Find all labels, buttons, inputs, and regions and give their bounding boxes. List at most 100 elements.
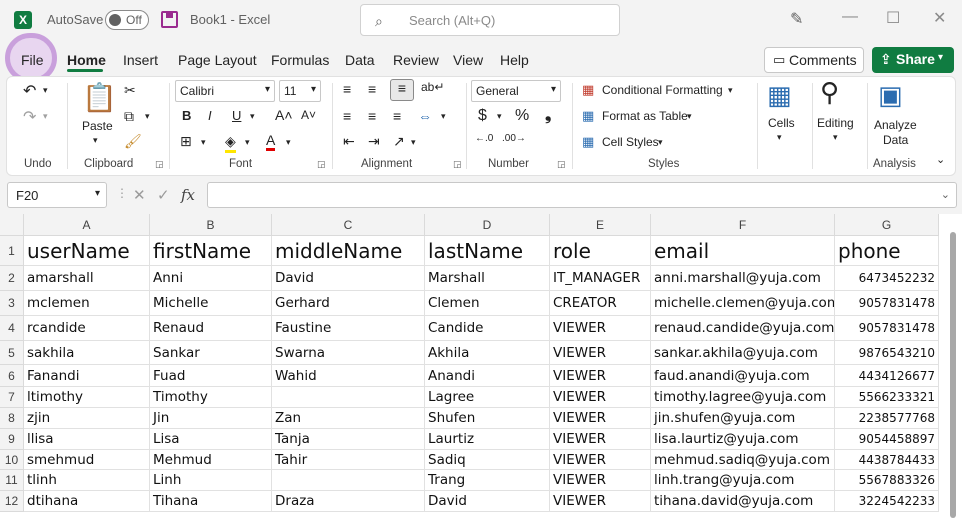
table-cell[interactable]: Sankar: [150, 341, 272, 365]
paste-icon[interactable]: 📋: [82, 81, 117, 114]
comma-style-icon[interactable]: ❟: [545, 107, 551, 125]
row-header[interactable]: 2: [0, 266, 24, 291]
table-cell[interactable]: IT_MANAGER: [550, 266, 651, 291]
name-box[interactable]: F20 ▾: [7, 182, 107, 208]
table-cell[interactable]: amarshall: [24, 266, 150, 291]
chevron-down-icon[interactable]: ▾: [43, 85, 48, 96]
header-cell[interactable]: email: [651, 236, 835, 266]
align-center-icon[interactable]: ≡: [368, 108, 376, 124]
analyze-data-icon[interactable]: ▣: [878, 80, 903, 111]
header-cell[interactable]: phone: [835, 236, 939, 266]
search-icon[interactable]: ⚲: [820, 77, 839, 108]
table-cell[interactable]: Swarna: [272, 341, 425, 365]
column-header[interactable]: A: [24, 214, 150, 236]
table-cell[interactable]: Tanja: [272, 429, 425, 450]
table-cell[interactable]: Shufen: [425, 408, 550, 429]
column-header[interactable]: C: [272, 214, 425, 236]
table-cell[interactable]: anni.marshall@yuja.com: [651, 266, 835, 291]
bold-icon[interactable]: B: [182, 108, 191, 123]
cells-button[interactable]: Cells: [768, 116, 795, 130]
header-cell[interactable]: role: [550, 236, 651, 266]
dialog-launcher-icon[interactable]: ◲: [557, 159, 566, 170]
table-cell[interactable]: 9057831478: [835, 291, 939, 316]
header-cell[interactable]: firstName: [150, 236, 272, 266]
table-cell[interactable]: 4438784433: [835, 450, 939, 470]
header-cell[interactable]: lastName: [425, 236, 550, 266]
table-cell[interactable]: Jin: [150, 408, 272, 429]
maximize-icon[interactable]: ☐: [886, 8, 900, 28]
table-cell[interactable]: David: [272, 266, 425, 291]
table-cell[interactable]: 3224542233: [835, 491, 939, 512]
more-options-icon[interactable]: ⋮: [116, 186, 128, 200]
table-cell[interactable]: 9054458897: [835, 429, 939, 450]
bottom-align-icon[interactable]: ≡: [390, 79, 414, 101]
chevron-down-icon[interactable]: ▾: [245, 137, 250, 148]
table-cell[interactable]: Draza: [272, 491, 425, 512]
table-cell[interactable]: Clemen: [425, 291, 550, 316]
tab-help[interactable]: Help: [500, 52, 529, 68]
table-cell[interactable]: Zan: [272, 408, 425, 429]
editing-button[interactable]: Editing: [817, 116, 854, 130]
analyze-data-label-2[interactable]: Data: [883, 133, 908, 147]
increase-decimal-icon[interactable]: ←.0: [475, 133, 493, 144]
analyze-data-label-1[interactable]: Analyze: [874, 118, 917, 132]
table-cell[interactable]: llisa: [24, 429, 150, 450]
table-cell[interactable]: faud.anandi@yuja.com: [651, 365, 835, 387]
cell-styles-icon[interactable]: ▦: [582, 134, 594, 150]
chevron-down-icon[interactable]: ▾: [93, 135, 98, 146]
table-cell[interactable]: VIEWER: [550, 450, 651, 470]
align-left-icon[interactable]: ≡: [343, 108, 351, 124]
table-cell[interactable]: mclemen: [24, 291, 150, 316]
chevron-down-icon[interactable]: ▾: [43, 111, 48, 122]
autosave-toggle[interactable]: Off: [105, 10, 149, 30]
table-cell[interactable]: VIEWER: [550, 491, 651, 512]
copy-icon[interactable]: ⧉: [124, 108, 134, 125]
table-cell[interactable]: Gerhard: [272, 291, 425, 316]
table-cell[interactable]: tlinh: [24, 470, 150, 491]
row-header[interactable]: 10: [0, 450, 24, 470]
table-cell[interactable]: Sadiq: [425, 450, 550, 470]
header-cell[interactable]: middleName: [272, 236, 425, 266]
font-size-select[interactable]: 11 ▾: [279, 80, 321, 102]
middle-align-icon[interactable]: ≡: [368, 81, 376, 97]
decrease-indent-icon[interactable]: ⇤: [343, 133, 355, 150]
enter-icon[interactable]: ✓: [157, 186, 170, 204]
chevron-down-icon[interactable]: ▾: [833, 132, 838, 143]
chevron-down-icon[interactable]: ▾: [145, 111, 150, 122]
column-header[interactable]: B: [150, 214, 272, 236]
table-cell[interactable]: 4434126677: [835, 365, 939, 387]
font-name-select[interactable]: Calibri ▾: [175, 80, 275, 102]
formula-input[interactable]: ⌄: [207, 182, 957, 208]
font-color-icon[interactable]: A: [266, 132, 276, 151]
format-as-table-button[interactable]: Format as Table: [602, 109, 688, 123]
table-cell[interactable]: Anni: [150, 266, 272, 291]
table-cell[interactable]: [272, 387, 425, 408]
table-cell[interactable]: jin.shufen@yuja.com: [651, 408, 835, 429]
spreadsheet-grid[interactable]: A B C D E F G 1 userName firstName middleName lastN…: [0, 214, 962, 518]
tab-view[interactable]: View: [453, 52, 483, 68]
minimize-icon[interactable]: —: [842, 8, 858, 26]
decrease-font-icon[interactable]: A˅: [301, 108, 316, 122]
chevron-down-icon[interactable]: ▾: [938, 52, 943, 63]
column-header[interactable]: F: [651, 214, 835, 236]
top-align-icon[interactable]: ≡: [343, 81, 351, 97]
table-cell[interactable]: Mehmud: [150, 450, 272, 470]
conditional-formatting-button[interactable]: Conditional Formatting: [602, 83, 723, 97]
header-cell[interactable]: userName: [24, 236, 150, 266]
table-cell[interactable]: CREATOR: [550, 291, 651, 316]
chevron-down-icon[interactable]: ▾: [728, 85, 733, 96]
table-cell[interactable]: Tihana: [150, 491, 272, 512]
table-cell[interactable]: Faustine: [272, 316, 425, 341]
cut-icon[interactable]: ✂: [124, 82, 136, 99]
table-cell[interactable]: Lagree: [425, 387, 550, 408]
chevron-down-icon[interactable]: ▾: [777, 132, 782, 143]
row-header[interactable]: 5: [0, 341, 24, 365]
table-cell[interactable]: Fuad: [150, 365, 272, 387]
column-header[interactable]: G: [835, 214, 939, 236]
currency-icon[interactable]: $: [478, 107, 487, 125]
close-icon[interactable]: ✕: [933, 8, 946, 28]
row-header[interactable]: 1: [0, 236, 24, 266]
tab-home[interactable]: Home: [67, 52, 106, 68]
table-cell[interactable]: 2238577768: [835, 408, 939, 429]
table-cell[interactable]: VIEWER: [550, 408, 651, 429]
